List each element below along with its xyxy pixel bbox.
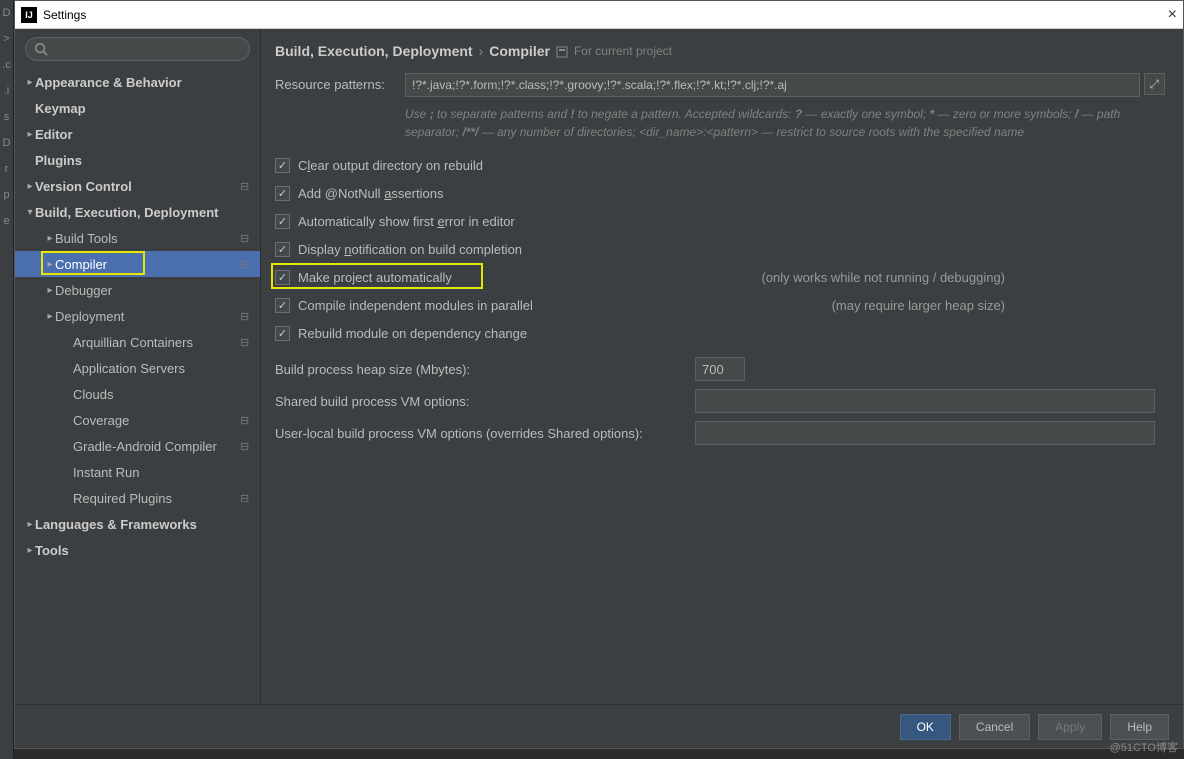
sidebar-item-label: Clouds <box>73 387 240 402</box>
settings-main: Build, Execution, Deployment › Compiler … <box>261 29 1183 704</box>
sidebar-item-coverage[interactable]: Coverage⊟ <box>15 407 260 433</box>
settings-tree[interactable]: ▸Appearance & BehaviorKeymap▸EditorPlugi… <box>15 69 260 704</box>
user-vm-label: User-local build process VM options (ove… <box>275 426 695 441</box>
search-input[interactable] <box>25 37 250 61</box>
chevron-icon: ▸ <box>25 129 35 140</box>
sidebar-item-label: Required Plugins <box>73 491 240 506</box>
help-button[interactable]: Help <box>1110 714 1169 740</box>
sidebar-item-label: Version Control <box>35 179 240 194</box>
project-scope-icon: ⊟ <box>240 492 254 505</box>
sidebar-item-languages-frameworks[interactable]: ▸Languages & Frameworks <box>15 511 260 537</box>
app-icon: IJ <box>21 7 37 23</box>
sidebar-item-label: Tools <box>35 543 240 558</box>
sidebar-item-deployment[interactable]: ▸Deployment⊟ <box>15 303 260 329</box>
cancel-button[interactable]: Cancel <box>959 714 1030 740</box>
resource-patterns-input[interactable] <box>405 73 1140 97</box>
sidebar-item-label: Editor <box>35 127 240 142</box>
sidebar-item-label: Appearance & Behavior <box>35 75 240 90</box>
sidebar-item-label: Gradle-Android Compiler <box>73 439 240 454</box>
project-scope-icon: ⊟ <box>240 180 254 193</box>
sidebar-item-instant-run[interactable]: Instant Run <box>15 459 260 485</box>
sidebar-item-label: Application Servers <box>73 361 240 376</box>
sidebar-item-appearance-behavior[interactable]: ▸Appearance & Behavior <box>15 69 260 95</box>
ok-button[interactable]: OK <box>900 714 951 740</box>
sidebar-item-label: Build Tools <box>55 231 240 246</box>
patterns-help: Use ; to separate patterns and ! to nega… <box>405 105 1165 141</box>
sidebar-item-plugins[interactable]: Plugins <box>15 147 260 173</box>
shared-vm-input[interactable] <box>695 389 1155 413</box>
sidebar-item-compiler[interactable]: ▸Compiler⊟ <box>15 251 260 277</box>
notify-checkbox[interactable] <box>275 242 290 257</box>
window-title: Settings <box>43 8 86 22</box>
sidebar-item-label: Languages & Frameworks <box>35 517 240 532</box>
project-scope-icon: ⊟ <box>240 336 254 349</box>
user-vm-input[interactable] <box>695 421 1155 445</box>
sidebar-item-editor[interactable]: ▸Editor <box>15 121 260 147</box>
project-scope-icon: ⊟ <box>240 232 254 245</box>
sidebar-item-build-tools[interactable]: ▸Build Tools⊟ <box>15 225 260 251</box>
project-scope-icon: ⊟ <box>240 414 254 427</box>
project-scope-icon: ⊟ <box>240 258 254 271</box>
shared-vm-label: Shared build process VM options: <box>275 394 695 409</box>
make-auto-checkbox[interactable] <box>275 270 290 285</box>
sidebar-item-label: Arquillian Containers <box>73 335 240 350</box>
settings-dialog: IJ Settings × ▸Appearance & BehaviorKeym… <box>14 0 1184 749</box>
chevron-icon: ▾ <box>25 207 35 218</box>
chevron-icon: ▸ <box>45 285 55 296</box>
search-icon <box>34 42 48 56</box>
sidebar-item-debugger[interactable]: ▸Debugger <box>15 277 260 303</box>
heap-input[interactable] <box>695 357 745 381</box>
sidebar-item-gradle-android-compiler[interactable]: Gradle-Android Compiler⊟ <box>15 433 260 459</box>
dialog-footer: OK Cancel Apply Help <box>15 704 1183 748</box>
notnull-checkbox[interactable] <box>275 186 290 201</box>
project-scope-icon: ⊟ <box>240 440 254 453</box>
clear-output-checkbox[interactable] <box>275 158 290 173</box>
sidebar-item-version-control[interactable]: ▸Version Control⊟ <box>15 173 260 199</box>
sidebar-item-label: Compiler <box>55 257 240 272</box>
close-icon[interactable]: × <box>1168 6 1177 24</box>
sidebar-item-application-servers[interactable]: Application Servers <box>15 355 260 381</box>
project-scope-icon: ⊟ <box>240 310 254 323</box>
chevron-icon: ▸ <box>25 77 35 88</box>
breadcrumb: Build, Execution, Deployment › Compiler … <box>275 43 1165 59</box>
chevron-icon: ▸ <box>25 545 35 556</box>
sidebar-item-label: Deployment <box>55 309 240 324</box>
patterns-label: Resource patterns: <box>275 73 405 92</box>
sidebar-item-label: Coverage <box>73 413 240 428</box>
settings-sidebar: ▸Appearance & BehaviorKeymap▸EditorPlugi… <box>15 29 261 704</box>
project-icon <box>556 45 568 57</box>
sidebar-item-tools[interactable]: ▸Tools <box>15 537 260 563</box>
chevron-icon: ▸ <box>25 181 35 192</box>
sidebar-item-label: Instant Run <box>73 465 240 480</box>
chevron-icon: ▸ <box>45 311 55 322</box>
sidebar-item-keymap[interactable]: Keymap <box>15 95 260 121</box>
sidebar-item-arquillian-containers[interactable]: Arquillian Containers⊟ <box>15 329 260 355</box>
parallel-checkbox[interactable] <box>275 298 290 313</box>
watermark: @51CTO博客 <box>1110 739 1178 755</box>
heap-label: Build process heap size (Mbytes): <box>275 362 695 377</box>
apply-button[interactable]: Apply <box>1038 714 1102 740</box>
rebuild-checkbox[interactable] <box>275 326 290 341</box>
titlebar: IJ Settings × <box>15 1 1183 29</box>
sidebar-item-build-execution-deployment[interactable]: ▾Build, Execution, Deployment <box>15 199 260 225</box>
chevron-icon: ▸ <box>45 233 55 244</box>
sidebar-item-label: Keymap <box>35 101 240 116</box>
sidebar-item-label: Plugins <box>35 153 240 168</box>
sidebar-item-required-plugins[interactable]: Required Plugins⊟ <box>15 485 260 511</box>
autoshow-checkbox[interactable] <box>275 214 290 229</box>
sidebar-item-label: Debugger <box>55 283 240 298</box>
sidebar-item-clouds[interactable]: Clouds <box>15 381 260 407</box>
expand-icon[interactable]: ⤢ <box>1144 73 1165 95</box>
sidebar-item-label: Build, Execution, Deployment <box>35 205 240 220</box>
chevron-icon: ▸ <box>45 259 55 270</box>
chevron-icon: ▸ <box>25 519 35 530</box>
editor-gutter: D>.c.isDrpe <box>0 0 14 759</box>
